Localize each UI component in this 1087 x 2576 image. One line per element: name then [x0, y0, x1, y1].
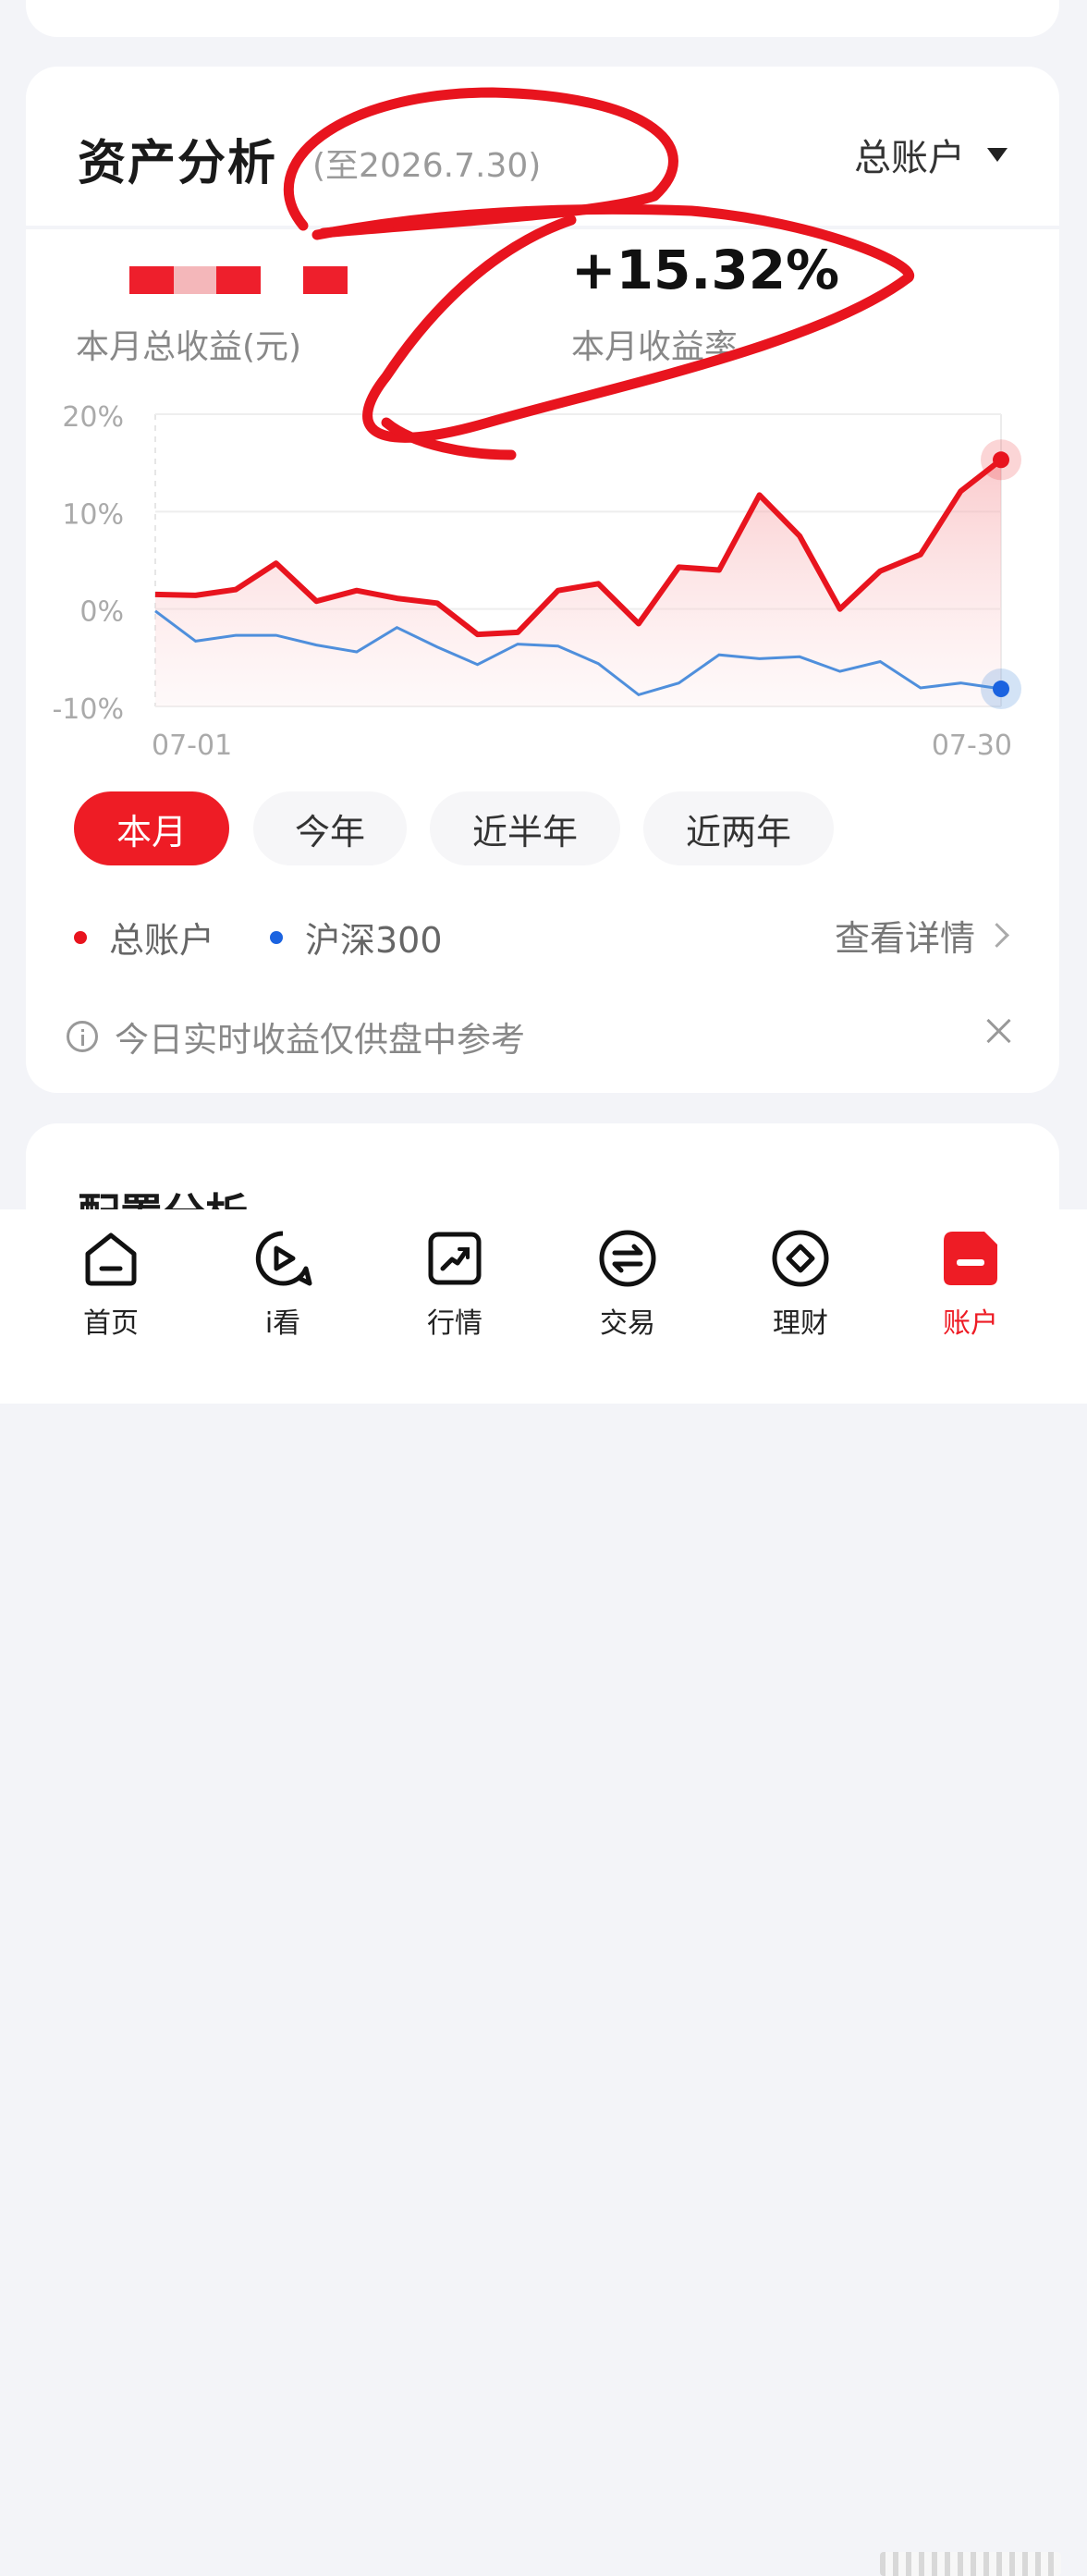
account-icon — [944, 1232, 997, 1285]
nav-market-label: 行情 — [427, 1307, 482, 1340]
section-title: 资产分析 — [78, 136, 278, 191]
nav-account[interactable]: 账户 — [915, 1228, 1026, 1341]
month-return-label: 本月收益率 — [571, 328, 739, 366]
nav-wealth-label: 理财 — [773, 1307, 828, 1340]
account-area — [155, 460, 1001, 706]
legend-account-label: 总账户 — [109, 920, 215, 961]
month-return-value: +15.32% — [571, 239, 840, 301]
notice-text: 今日实时收益仅供盘中参考 — [115, 1020, 525, 1060]
close-icon[interactable] — [983, 1015, 1015, 1047]
nav-home[interactable]: 首页 — [55, 1228, 166, 1341]
asset-analysis-card: 资产分析 (至2026.7.30) 总账户 本月总收益(元) +15.32% 本… — [26, 67, 1059, 1093]
legend-account: 总账户 — [74, 912, 214, 963]
account-end-point — [993, 451, 1009, 469]
divider — [26, 226, 1059, 229]
top-card — [26, 0, 1059, 37]
y-tick-label: 0% — [79, 596, 124, 629]
nav-market[interactable]: 行情 — [399, 1228, 510, 1341]
y-tick-label: 10% — [62, 498, 124, 531]
account-line — [154, 457, 1003, 638]
play-icon — [255, 1231, 312, 1286]
nav-account-label: 账户 — [943, 1307, 998, 1340]
legend-dot-red — [74, 930, 87, 944]
account-select-label: 总账户 — [854, 137, 965, 179]
index-end-point — [993, 681, 1009, 698]
diamond-icon — [772, 1230, 829, 1287]
nav-wealth[interactable]: 理财 — [745, 1228, 856, 1341]
chevron-right-icon — [984, 923, 1009, 948]
legend-dot-blue — [270, 930, 283, 944]
home-indicator — [880, 2552, 1061, 2576]
nav-trade[interactable]: 交易 — [572, 1228, 683, 1341]
index-end-halo — [981, 669, 1021, 710]
redaction-block — [129, 266, 174, 294]
redaction-block — [174, 266, 216, 294]
date-range: (至2026.7.30) — [312, 147, 542, 185]
nav-trade-label: 交易 — [600, 1307, 655, 1340]
account-end-halo — [981, 439, 1021, 481]
tab-two-years[interactable]: 近两年 — [643, 791, 834, 865]
index-line — [154, 609, 1002, 697]
tab-this-year[interactable]: 今年 — [253, 791, 407, 865]
info-icon — [67, 1021, 98, 1052]
annotation-tail — [381, 417, 517, 460]
tab-this-month[interactable]: 本月 — [74, 791, 229, 865]
redaction-block — [303, 266, 348, 294]
realtime-notice: 今日实时收益仅供盘中参考 — [67, 1012, 525, 1061]
month-earnings-label: 本月总收益(元) — [76, 328, 302, 366]
legend-index: 沪深300 — [270, 912, 443, 963]
nav-home-label: 首页 — [83, 1307, 139, 1340]
redaction-block — [216, 266, 261, 294]
exchange-icon — [599, 1230, 656, 1287]
legend-index-label: 沪深300 — [305, 920, 443, 961]
y-tick-label: -10% — [52, 693, 124, 726]
tab-half-year[interactable]: 近半年 — [430, 791, 620, 865]
nav-watch-label: i看 — [264, 1307, 301, 1340]
account-select[interactable]: 总账户 — [854, 128, 1008, 181]
dropdown-triangle-icon — [987, 147, 1008, 162]
bottom-nav: 首页 i看 行情 交易 理财 账户 — [0, 1209, 1087, 2576]
x-tick-label: 07-30 — [932, 730, 1012, 762]
x-tick-label: 07-01 — [152, 730, 232, 762]
y-tick-label: 20% — [62, 401, 124, 434]
masked-earnings-value — [129, 266, 348, 294]
trend-icon — [428, 1232, 482, 1285]
view-details-label: 查看详情 — [834, 918, 975, 959]
home-icon — [85, 1233, 137, 1286]
view-details-link[interactable]: 查看详情 — [834, 910, 1009, 961]
nav-watch[interactable]: i看 — [227, 1228, 338, 1341]
